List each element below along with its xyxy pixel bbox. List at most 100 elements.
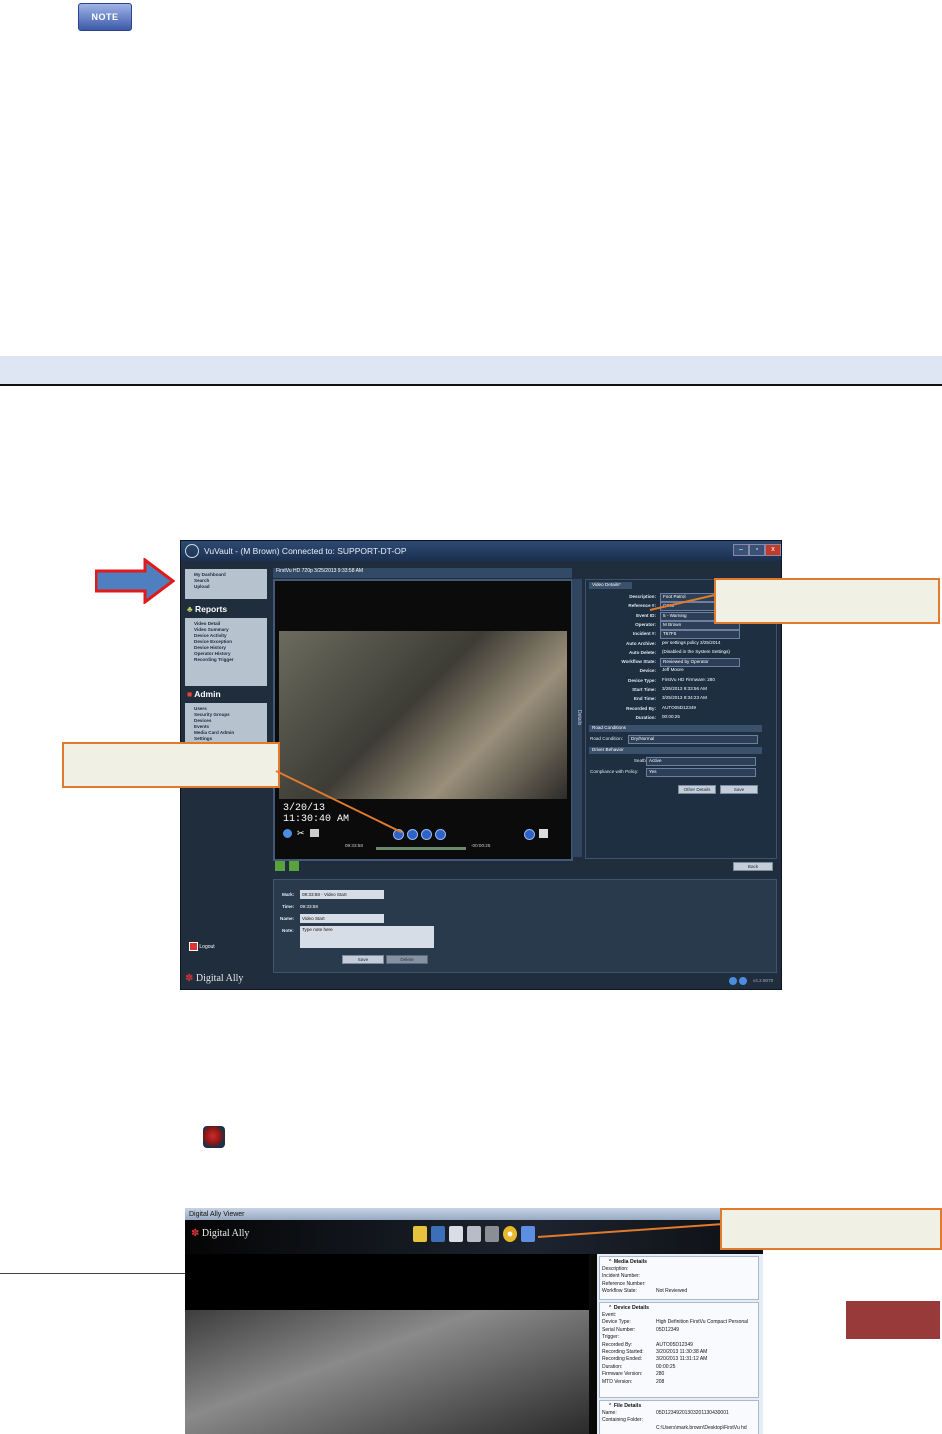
viewer-details-panel: ⌃ Media Details Description: Incident Num… xyxy=(597,1254,763,1434)
reference-callout-box xyxy=(714,578,940,624)
device-detail-row: Recording Ended: 3/20/2013 11:31:12 AM xyxy=(602,1356,708,1363)
details-save-button[interactable]: Save xyxy=(720,785,758,794)
media-detail-row: Workflow State: Not Reviewed xyxy=(602,1288,688,1295)
brand-mark-icon: ✽ xyxy=(185,973,194,984)
policy-select[interactable]: Yes xyxy=(646,768,756,777)
detail-row: Incident #: T67F5 xyxy=(586,629,776,640)
viewer-video-frame xyxy=(185,1254,589,1434)
seatbelt-select[interactable]: Active xyxy=(646,757,756,766)
tools-icon[interactable] xyxy=(467,1226,481,1242)
detail-row: Workflow State: Reviewed by Operator xyxy=(586,657,776,668)
mark-select[interactable]: 09:33:58 - Video Start xyxy=(300,890,384,899)
other-details-button[interactable]: Other Details xyxy=(678,785,716,794)
detail-row: End Time: 3/25/2013 9:34:23 AM xyxy=(633,695,707,702)
detail-value: (Disabled in the System Settings) xyxy=(662,648,730,654)
collapse-icon[interactable]: ⌃ xyxy=(608,1259,612,1265)
detail-value: 3/25/2013 9:34:23 AM xyxy=(662,695,707,701)
media-details-section: ⌃ Media Details Description: Incident Num… xyxy=(599,1256,759,1300)
seatbelt-row: Seatbelt: Active xyxy=(586,756,776,766)
viewer-callout-box xyxy=(720,1208,942,1250)
device-detail-row: Duration: 00:00:25 xyxy=(602,1363,676,1370)
timeline-scrubber[interactable] xyxy=(376,847,466,850)
media-detail-row: Description: xyxy=(602,1266,629,1272)
detail-value: Jeff Moore xyxy=(662,667,684,673)
section-heading-band xyxy=(0,356,942,386)
file-detail-row: Containing Folder: xyxy=(602,1417,643,1424)
viewer-toolbar: ✽ Digital Ally xyxy=(185,1220,763,1254)
mark-note-input[interactable]: Type note here xyxy=(300,926,434,948)
collapse-icon[interactable]: ⌃ xyxy=(608,1403,612,1409)
video-player: 3/20/13 11:30:40 AM ✂ 09:33:58 -00:00:25 xyxy=(273,579,573,861)
device-detail-row: Recording Started: 3/20/2013 11:30:38 AM xyxy=(602,1348,708,1355)
save-disk-icon[interactable] xyxy=(431,1226,445,1242)
video-frame: 3/20/13 11:30:40 AM xyxy=(279,631,567,825)
document-icon[interactable] xyxy=(449,1226,463,1242)
info-icon[interactable] xyxy=(739,977,747,985)
media-detail-row: Incident Number: xyxy=(602,1273,641,1280)
road-condition-select[interactable]: Dry/Normal xyxy=(628,735,758,744)
details-header: Video Details* xyxy=(589,582,632,589)
detail-value: per settings policy 3/25/2014 xyxy=(662,639,721,645)
reports-list: Video Detail Video Summary Device Activi… xyxy=(185,618,267,686)
pause-icon[interactable] xyxy=(421,829,432,840)
minimize-icon[interactable]: – xyxy=(733,544,749,556)
volume-icon[interactable] xyxy=(283,829,292,838)
road-conditions-header: Road Conditions xyxy=(589,725,762,732)
help-icon[interactable] xyxy=(729,977,737,985)
footer-rule xyxy=(0,1273,185,1274)
maximize-icon[interactable]: ▫ xyxy=(749,544,765,556)
digital-ally-viewer-icon xyxy=(203,1126,225,1148)
next-arrow-icon[interactable] xyxy=(289,861,299,871)
detail-row: Device: Jeff Moore xyxy=(639,667,684,674)
device-detail-row: Trigger: xyxy=(602,1334,620,1341)
viewer-brand-mark-icon: ✽ xyxy=(191,1228,200,1239)
device-detail-row: Device Type: High Definition FirstVu Comp… xyxy=(602,1319,749,1326)
globe-icon[interactable] xyxy=(524,829,535,840)
note-icon: NOTE xyxy=(78,3,132,31)
admin-icon: ■ xyxy=(187,689,193,699)
time-elapsed: 09:33:58 xyxy=(345,843,363,848)
reports-icon: ♣ xyxy=(187,604,193,614)
window-title: VuVault - (M Brown) Connected to: SUPPOR… xyxy=(204,546,407,556)
file-detail-row: C:\Users\mark.brown\Desktop\FirstVu hd xyxy=(656,1424,747,1431)
vuvault-titlebar: VuVault - (M Brown) Connected to: SUPPOR… xyxy=(181,541,781,561)
open-folder-icon[interactable] xyxy=(413,1226,427,1242)
device-detail-row: Event: xyxy=(602,1312,617,1318)
previous-arrow-icon[interactable] xyxy=(275,861,285,871)
collapse-icon[interactable]: ⌃ xyxy=(608,1305,612,1311)
digital-ally-logo: ✽ Digital Ally xyxy=(185,973,244,984)
mark-name-input[interactable]: Video Start xyxy=(300,914,384,923)
camera-icon[interactable] xyxy=(485,1226,499,1242)
logout-link[interactable]: Logout xyxy=(189,942,215,951)
time-remaining: -00:00:25 xyxy=(471,843,491,848)
disc-icon[interactable] xyxy=(503,1226,517,1242)
play-icon[interactable] xyxy=(407,829,418,840)
fullscreen-icon[interactable] xyxy=(539,829,548,838)
detail-value: 3/25/2013 9:33:56 AM xyxy=(662,686,707,691)
scissors-icon[interactable]: ✂ xyxy=(297,828,305,839)
mark-save-button[interactable]: Save xyxy=(342,955,384,964)
policy-row: Compliance with Policy: Yes xyxy=(586,767,776,777)
details-tab[interactable]: Details xyxy=(572,579,582,857)
device-details-section: ⌃ Device Details Event: Device Type: High … xyxy=(599,1302,759,1398)
marker-panel: Mark: 09:33:58 - Video Start Time: 09:33… xyxy=(273,879,777,973)
snapshot-icon[interactable] xyxy=(310,829,319,837)
close-icon[interactable]: x xyxy=(765,544,781,556)
device-detail-row: MTD Version: 208 xyxy=(602,1378,665,1385)
back-button[interactable]: Back xyxy=(733,862,773,871)
nav-upload[interactable]: Upload xyxy=(194,584,267,590)
detail-row: Device Type: FirstVu HD Firmware: 280 xyxy=(628,676,715,683)
logout-icon xyxy=(189,942,198,951)
nav-top: My Dashboard Search Upload xyxy=(185,569,267,599)
device-detail-row: Firmware Version: 280 xyxy=(602,1371,665,1378)
device-detail-row: Serial Number: 05D12349 xyxy=(602,1326,680,1333)
mark-delete-button[interactable]: Delete xyxy=(386,955,428,964)
nav-recording-trigger[interactable]: Recording Trigger xyxy=(194,657,267,663)
viewer-logo: ✽ Digital Ally xyxy=(191,1228,250,1239)
viewer-screenshot: Digital Ally Viewer ✽ Digital Ally ⌃ Med… xyxy=(185,1208,763,1434)
help-question-icon[interactable] xyxy=(521,1226,535,1242)
viewer-video-image xyxy=(185,1310,589,1434)
fast-forward-icon[interactable] xyxy=(435,829,446,840)
detail-value: AUTO05D12349 xyxy=(662,704,696,710)
file-details-section: ⌃ File Details Name: 05D12349201303201130… xyxy=(599,1400,759,1434)
